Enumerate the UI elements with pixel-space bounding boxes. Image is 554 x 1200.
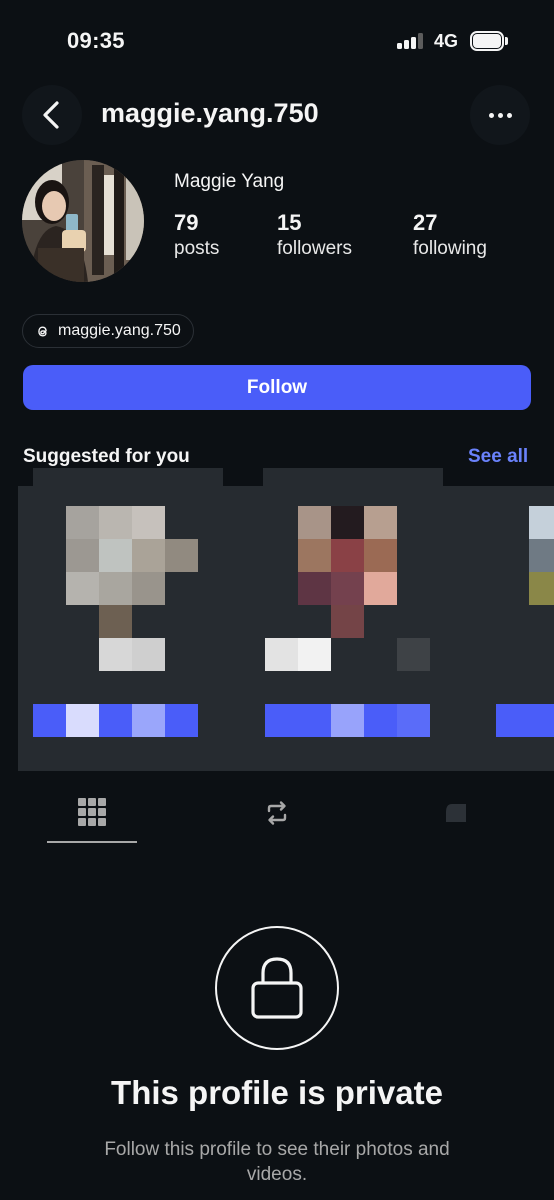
tab-reposts[interactable] [232, 793, 322, 843]
private-profile-subtitle: Follow this profile to see their photos … [104, 1139, 450, 1185]
private-profile-title: This profile is private [111, 1074, 443, 1111]
profile-photo [22, 160, 144, 282]
battery-icon [470, 31, 508, 51]
more-options-button[interactable] [470, 85, 530, 145]
threads-icon [38, 325, 47, 337]
display-name: Maggie Yang [174, 171, 285, 192]
threads-handle: maggie.yang.750 [58, 322, 181, 339]
avatar[interactable] [22, 160, 144, 282]
profile-screen: 09:35 4G maggie.yang.750 Maggie Yang 79 … [0, 0, 554, 1200]
tagged-icon [446, 804, 466, 822]
following-count: 27 [413, 210, 438, 235]
reposts-icon [267, 801, 287, 825]
following-label: following [413, 238, 487, 259]
lock-badge [215, 926, 339, 1050]
header-username: maggie.yang.750 [101, 98, 319, 128]
chevron-left-icon [43, 101, 59, 129]
status-bar: 09:35 4G [0, 0, 554, 84]
posts-label: posts [174, 238, 220, 259]
followers-stat[interactable]: 15 followers [277, 210, 352, 262]
tab-posts-grid[interactable] [47, 793, 137, 843]
lock-icon [251, 957, 303, 1019]
more-horizontal-icon [488, 112, 494, 118]
grid-icon [78, 798, 106, 826]
posts-stat[interactable]: 79 posts [174, 210, 219, 262]
threads-badge[interactable]: maggie.yang.750 [22, 314, 194, 348]
back-button[interactable] [22, 85, 82, 145]
suggested-title: Suggested for you [23, 446, 190, 467]
see-all-link[interactable]: See all [468, 446, 528, 468]
followers-count: 15 [277, 210, 302, 235]
tab-tagged[interactable] [412, 793, 502, 843]
followers-label: followers [277, 238, 352, 259]
status-time: 09:35 [67, 28, 125, 53]
posts-count: 79 [174, 210, 199, 235]
follow-button[interactable]: Follow [23, 365, 531, 410]
network-type: 4G [434, 31, 459, 51]
suggested-accounts-obscured [18, 468, 554, 772]
signal-icon [397, 33, 427, 49]
following-stat[interactable]: 27 following [413, 210, 487, 262]
